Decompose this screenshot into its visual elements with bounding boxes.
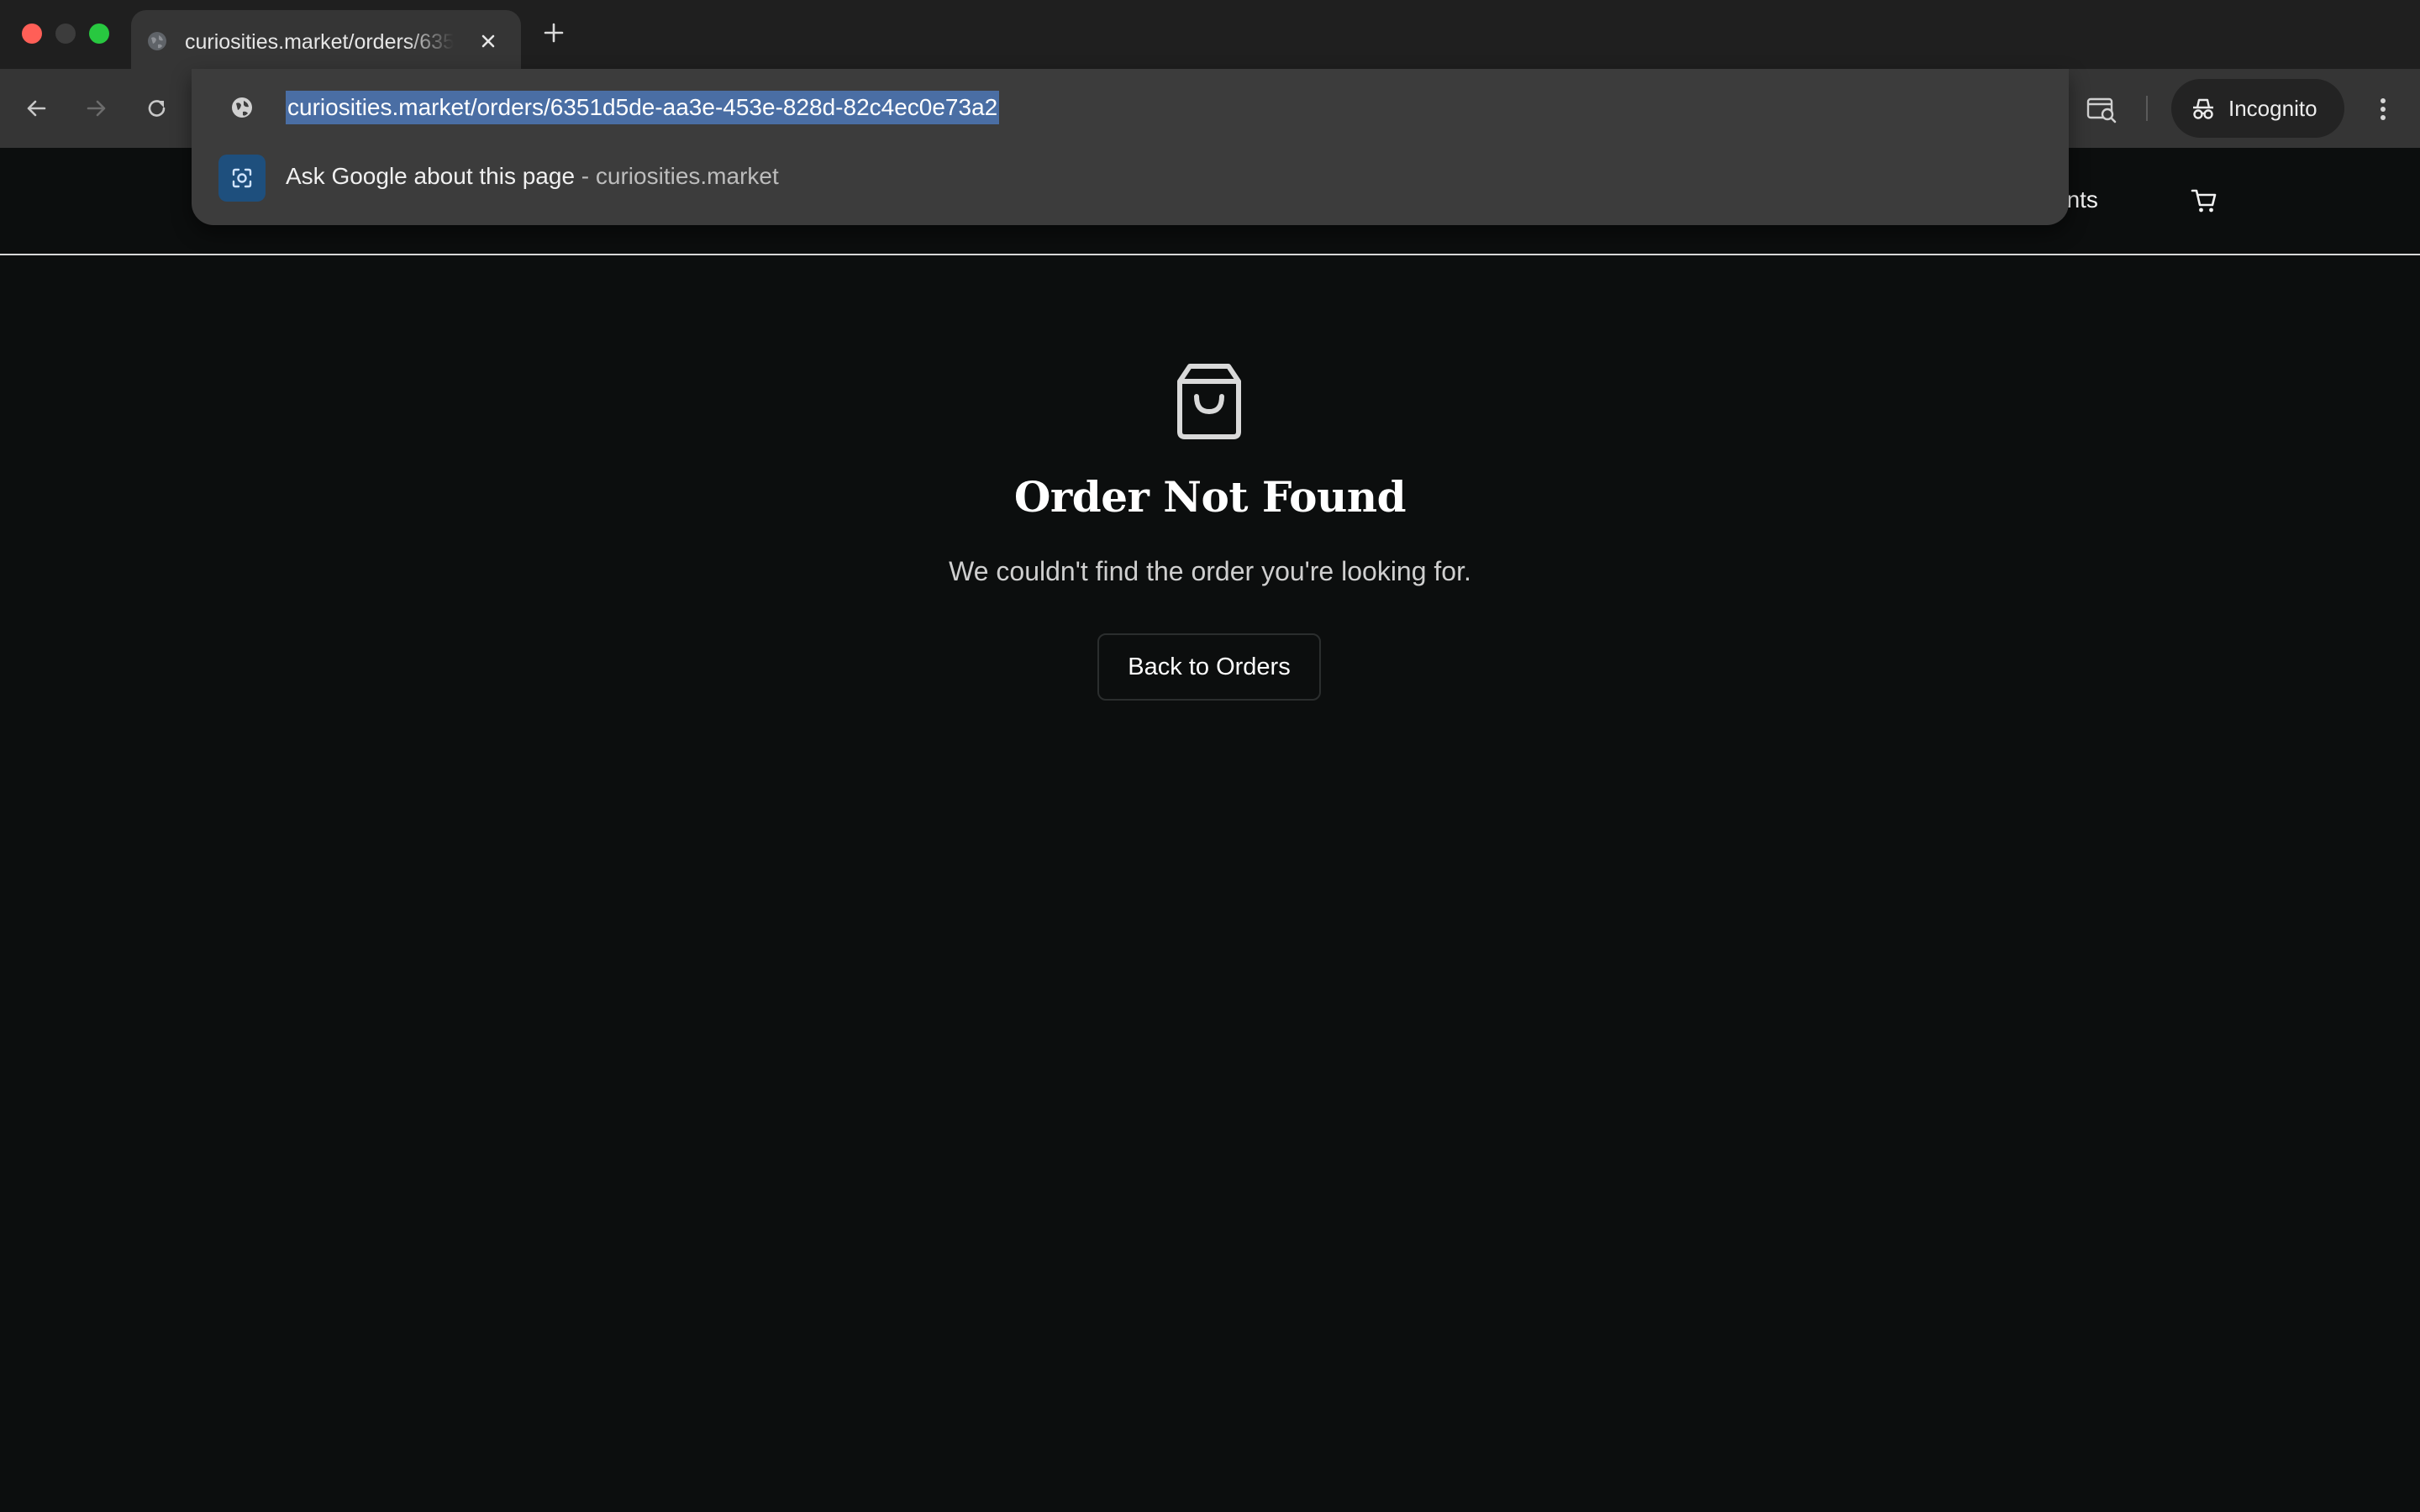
tab-strip: curiosities.market/orders/6351d5de-aa3e-… [0, 0, 2420, 69]
incognito-label: Incognito [2228, 96, 2317, 121]
page-message: We couldn't find the order you're lookin… [949, 556, 1471, 586]
arrow-right-icon[interactable] [82, 94, 111, 123]
reading-mode-icon[interactable] [2086, 94, 2119, 124]
window-close-button[interactable] [22, 24, 42, 44]
incognito-badge[interactable]: Incognito [2171, 79, 2344, 138]
page-title: Order Not Found [1013, 472, 1407, 522]
omnibox-dropdown: curiosities.market/orders/6351d5de-aa3e-… [192, 69, 2069, 225]
globe-icon [148, 32, 166, 50]
toolbar-separator [2146, 96, 2148, 121]
plus-icon[interactable] [541, 20, 566, 45]
google-lens-icon [218, 155, 266, 202]
shopping-bag-icon [1177, 364, 1241, 439]
site-info-icon[interactable] [229, 94, 255, 121]
incognito-icon [2193, 98, 2213, 119]
window-minimize-button[interactable] [55, 24, 76, 44]
main-content: Order Not Found We couldn't find the ord… [0, 257, 2420, 1512]
window-zoom-button[interactable] [89, 24, 109, 44]
arrow-left-icon[interactable] [22, 94, 50, 123]
browser-tab[interactable]: curiosities.market/orders/6351d5de-aa3e-… [131, 10, 521, 69]
address-bar-input[interactable]: curiosities.market/orders/6351d5de-aa3e-… [286, 91, 1000, 124]
suggestion-separator: - [575, 163, 596, 189]
reload-icon[interactable] [143, 94, 171, 123]
kebab-menu-icon[interactable] [2373, 94, 2393, 124]
back-to-orders-button[interactable]: Back to Orders [1097, 633, 1321, 701]
omnibox-suggestion-text: Ask Google about this page - curiosities… [286, 163, 779, 190]
tab-title: curiosities.market/orders/6351d5de-aa3e-… [185, 30, 454, 54]
cart-icon[interactable] [2190, 186, 2218, 215]
close-icon[interactable] [477, 30, 499, 52]
suggestion-label: Ask Google about this page [286, 163, 576, 189]
suggestion-site: curiosities.market [595, 163, 779, 189]
